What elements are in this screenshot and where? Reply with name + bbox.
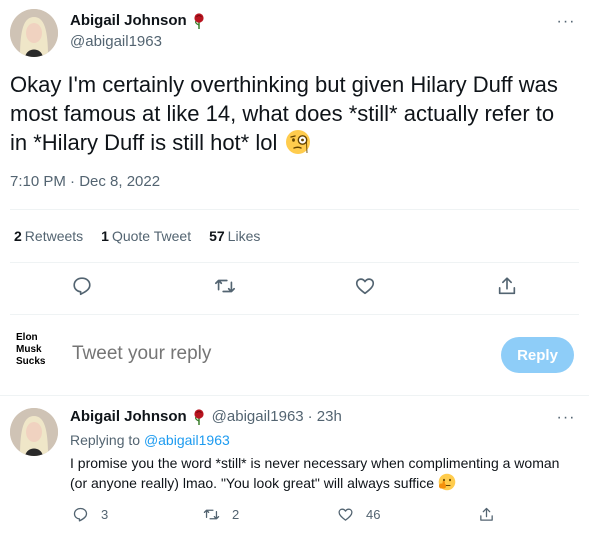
tweet-stats: 2 Retweets 1 Quote Tweet 57 Likes <box>14 228 278 244</box>
quotes-label: Quote Tweet <box>111 228 192 244</box>
shushing-face-icon <box>438 473 456 491</box>
reply-time[interactable]: · 23h <box>308 408 342 425</box>
divider <box>10 314 579 315</box>
like-count-button[interactable]: 46 <box>337 506 380 523</box>
reply-icon <box>73 507 88 522</box>
likes-stat[interactable]: 57 Likes <box>209 228 260 244</box>
divider <box>10 209 579 210</box>
author-handle-row: @abigail1963 <box>70 33 162 50</box>
more-options-icon[interactable]: ··· <box>556 12 576 32</box>
retweets-stat[interactable]: 2 Retweets <box>14 228 83 244</box>
likes-count: 57 <box>209 228 225 244</box>
retweets-label: Retweets <box>24 228 84 244</box>
likes-label: Likes <box>227 228 261 244</box>
author-avatar[interactable] <box>10 9 58 57</box>
divider <box>10 262 579 263</box>
share-icon[interactable] <box>496 275 518 297</box>
reply-header: Abigail Johnson @abigail1963 · 23h <box>70 408 342 425</box>
rose-icon <box>192 12 206 29</box>
avatar-text-line: Sucks <box>16 356 46 367</box>
reply-button[interactable]: Reply <box>501 337 574 373</box>
retweet-count-button[interactable]: 2 <box>203 506 239 523</box>
tweet-text: Okay I'm certainly overthinking but give… <box>10 70 570 157</box>
share-button[interactable] <box>478 506 507 523</box>
reply-author-avatar[interactable] <box>10 408 58 456</box>
quotes-stat[interactable]: 1 Quote Tweet <box>101 228 191 244</box>
like-icon <box>338 508 353 521</box>
reply-count-button[interactable]: 3 <box>72 506 108 523</box>
replying-prefix: Replying to <box>70 432 141 448</box>
author-name[interactable]: Abigail Johnson <box>70 12 187 29</box>
reply-icon[interactable] <box>71 275 93 297</box>
reply-author-handle[interactable]: @abigail1963 <box>212 408 304 425</box>
retweet-icon <box>203 509 220 520</box>
reply-count: 3 <box>101 507 109 522</box>
reply-composer: Elon Musk Sucks Reply <box>0 322 589 386</box>
tweet-body: Okay I'm certainly overthinking but give… <box>10 72 558 155</box>
replying-to: Replying to @abigail1963 <box>70 432 230 448</box>
more-options-icon[interactable]: ··· <box>556 408 576 428</box>
reply-body: I promise you the word *still* is never … <box>70 455 560 491</box>
tweet-action-bar <box>0 275 589 297</box>
retweets-count: 2 <box>14 228 22 244</box>
reply-tweet[interactable]: Abigail Johnson @abigail1963 · 23h ··· R… <box>0 396 589 541</box>
avatar-text-line: Elon <box>16 332 38 343</box>
share-icon <box>480 507 493 521</box>
retweet-icon[interactable] <box>214 275 236 297</box>
retweet-count: 2 <box>232 507 240 522</box>
avatar-text-line: Musk <box>16 344 42 355</box>
face-with-monocle-icon <box>285 129 311 155</box>
reply-input[interactable] <box>72 343 452 365</box>
author-name-row: Abigail Johnson <box>70 12 206 29</box>
replying-to-link[interactable]: @abigail1963 <box>144 432 230 448</box>
reply-action-bar: 3 2 46 <box>0 506 589 524</box>
like-icon[interactable] <box>354 275 376 297</box>
quotes-count: 1 <box>101 228 109 244</box>
reply-author-name[interactable]: Abigail Johnson <box>70 408 187 425</box>
like-count: 46 <box>366 507 381 522</box>
reply-text: I promise you the word *still* is never … <box>70 454 560 493</box>
user-avatar[interactable]: Elon Musk Sucks <box>12 332 58 378</box>
rose-icon <box>192 408 206 425</box>
author-handle[interactable]: @abigail1963 <box>70 33 162 50</box>
tweet-timestamp[interactable]: 7:10 PM · Dec 8, 2022 <box>10 173 160 190</box>
